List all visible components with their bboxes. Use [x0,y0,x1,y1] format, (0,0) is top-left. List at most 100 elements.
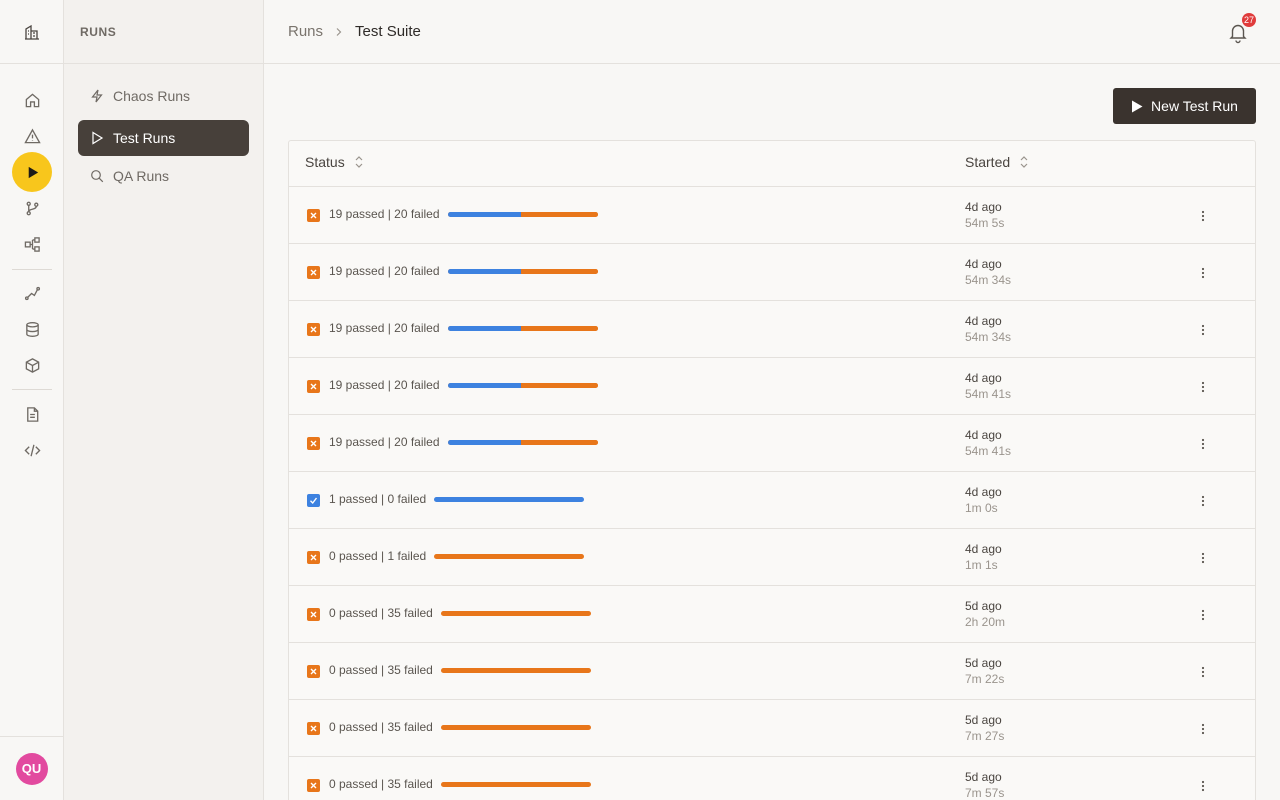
started-ago: 5d ago [965,770,1002,784]
fail-segment [520,439,598,445]
started-ago: 4d ago [965,485,1002,499]
fail-segment [440,667,591,673]
home-icon[interactable] [12,82,52,118]
alert-triangle-icon[interactable] [12,118,52,154]
run-started: 5d ago 2h 20m [965,598,1005,630]
table-row[interactable]: 0 passed | 35 failed 5d ago 7m 57s [289,757,1255,800]
table-row[interactable]: 0 passed | 1 failed 4d ago 1m 1s [289,529,1255,586]
nav-item-label: Chaos Runs [113,88,191,104]
run-duration: 2h 20m [965,615,1006,629]
started-ago: 4d ago [965,371,1002,385]
document-icon[interactable] [12,396,52,432]
run-started: 5d ago 7m 22s [965,655,1004,687]
table-row[interactable]: 19 passed | 20 failed 4d ago 54m 34s [289,244,1255,301]
table-row[interactable]: 1 passed | 0 failed 4d ago 1m 0s [289,472,1255,529]
pass-fail-bar [447,439,598,445]
run-started: 4d ago 54m 5s [965,199,1004,231]
more-vertical-icon[interactable] [1193,207,1213,225]
run-summary: 0 passed | 35 failed [329,663,591,677]
run-duration: 7m 22s [965,672,1005,686]
pass-segment [447,439,521,445]
fail-segment [440,724,591,730]
more-vertical-icon[interactable] [1193,720,1213,738]
package-cube-icon[interactable] [12,347,52,383]
runs-subnav: RUNS Chaos Runs Test Runs QA Runs [64,0,264,800]
pass-segment [447,211,521,217]
more-vertical-icon[interactable] [1193,321,1213,339]
run-summary: 0 passed | 35 failed [329,606,591,620]
run-summary-text: 0 passed | 35 failed [329,777,433,791]
run-summary-text: 0 passed | 35 failed [329,606,433,620]
pass-fail-bar [434,553,585,559]
git-branch-icon[interactable] [12,190,52,226]
notification-badge: 27 [1242,13,1256,27]
trend-line-icon[interactable] [12,275,52,311]
nav-item-test-runs[interactable]: Test Runs [78,120,249,156]
more-vertical-icon[interactable] [1193,606,1213,624]
table-row[interactable]: 19 passed | 20 failed 4d ago 54m 5s [289,187,1255,244]
run-summary: 1 passed | 0 failed [329,492,585,506]
pass-fail-bar [447,211,598,217]
table-row[interactable]: 0 passed | 35 failed 5d ago 2h 20m [289,586,1255,643]
more-vertical-icon[interactable] [1193,549,1213,567]
started-ago: 5d ago [965,656,1002,670]
pass-fail-bar [440,610,591,616]
started-ago: 4d ago [965,200,1002,214]
pass-segment [434,496,585,502]
table-row[interactable]: 19 passed | 20 failed 4d ago 54m 34s [289,301,1255,358]
column-header-label: Started [965,154,1011,170]
user-menu: QU [0,736,63,800]
breadcrumb-current: Test Suite [355,23,421,40]
column-header-started[interactable]: Started [965,154,1029,170]
play-icon [1132,100,1143,112]
nav-item-qa-runs[interactable]: QA Runs [78,158,249,194]
started-ago: 4d ago [965,542,1002,556]
run-summary-text: 1 passed | 0 failed [329,492,427,506]
status-fail-icon [307,608,320,621]
new-test-run-button[interactable]: New Test Run [1113,88,1256,124]
started-ago: 4d ago [965,428,1002,442]
avatar[interactable]: QU [15,752,48,785]
status-fail-icon [307,779,320,792]
pass-segment [447,382,521,388]
table-row[interactable]: 19 passed | 20 failed 4d ago 54m 41s [289,358,1255,415]
nav-item-chaos-runs[interactable]: Chaos Runs [78,78,249,114]
table-row[interactable]: 0 passed | 35 failed 5d ago 7m 27s [289,700,1255,757]
table-body: 19 passed | 20 failed 4d ago 54m 5s 19 pass… [289,187,1255,800]
run-summary-text: 0 passed | 35 failed [329,663,433,677]
more-vertical-icon[interactable] [1193,435,1213,453]
test-runs-table: Status Started 19 passed | 20 failed 4d a… [288,140,1256,800]
more-vertical-icon[interactable] [1193,264,1213,282]
subnav-heading: RUNS [64,0,263,64]
pass-fail-bar [434,496,585,502]
more-vertical-icon[interactable] [1193,777,1213,795]
run-started: 5d ago 7m 57s [965,769,1004,800]
run-summary-text: 19 passed | 20 failed [329,207,440,221]
workflow-icon[interactable] [12,226,52,262]
breadcrumb-runs[interactable]: Runs [288,23,323,40]
run-duration: 1m 1s [965,558,998,572]
database-icon[interactable] [12,311,52,347]
run-summary-text: 19 passed | 20 failed [329,321,440,335]
new-test-run-label: New Test Run [1151,98,1238,114]
table-row[interactable]: 19 passed | 20 failed 4d ago 54m 41s [289,415,1255,472]
pass-fail-bar [440,781,591,787]
run-duration: 54m 5s [965,216,1005,230]
run-duration: 7m 27s [965,729,1005,743]
run-summary: 0 passed | 1 failed [329,549,585,563]
bolt-icon [91,89,103,103]
table-row[interactable]: 0 passed | 35 failed 5d ago 7m 22s [289,643,1255,700]
run-started: 4d ago 54m 34s [965,256,1011,288]
more-vertical-icon[interactable] [1193,378,1213,396]
logo-icon[interactable] [0,0,63,64]
started-ago: 5d ago [965,713,1002,727]
more-vertical-icon[interactable] [1193,492,1213,510]
more-vertical-icon[interactable] [1193,663,1213,681]
column-header-status[interactable]: Status [305,154,364,170]
runs-play-icon[interactable] [12,152,52,192]
fail-segment [520,382,598,388]
fail-segment [520,268,598,274]
code-icon[interactable] [12,432,52,468]
sort-icon [1020,156,1028,168]
run-summary: 19 passed | 20 failed [329,435,598,449]
